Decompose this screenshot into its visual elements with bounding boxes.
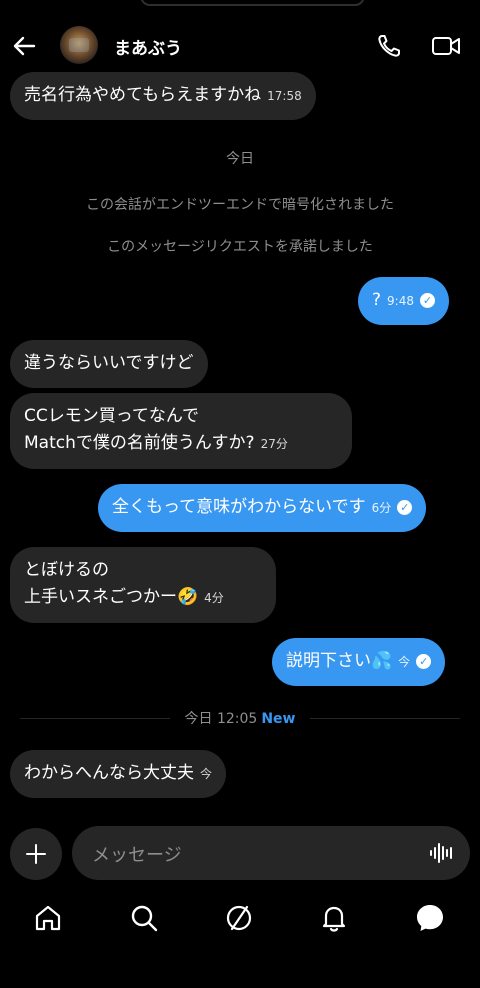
bottom-navigation <box>0 896 480 944</box>
message-text: 説明下さい💦 <box>286 651 393 671</box>
message-bubble-outgoing[interactable]: 全くもって意味がわからないです 6分 ✓ <box>98 484 427 532</box>
explore-icon[interactable] <box>223 902 255 934</box>
new-divider-time: 今日 12:05 <box>184 711 258 727</box>
message-text: 売名行為やめてもらえますかね <box>24 85 262 105</box>
voice-wave-icon[interactable] <box>428 840 454 866</box>
encryption-notice: この会話がエンドツーエンドで暗号化されました <box>86 197 394 213</box>
message-text-line: 上手いスネごつかー🤣 <box>24 587 199 607</box>
new-divider-line <box>310 718 460 719</box>
message-time: 今 <box>200 767 213 781</box>
new-label: New <box>261 711 296 727</box>
message-bubble-outgoing[interactable]: ? 9:48 ✓ <box>358 277 449 325</box>
message-time: 9:48 <box>387 294 414 308</box>
home-icon[interactable] <box>32 902 64 934</box>
message-text-line: Matchで僕の名前使うんすか? <box>24 433 255 453</box>
message-bubble-incoming[interactable]: CCレモン買ってなんで Matchで僕の名前使うんすか? 27分 <box>10 393 352 469</box>
message-text-line: とぼけるの <box>24 560 109 580</box>
message-bubble-incoming[interactable]: 売名行為やめてもらえますかね 17:58 <box>10 72 316 120</box>
message-input[interactable]: メッセージ <box>72 826 470 880</box>
read-check-icon: ✓ <box>419 292 435 308</box>
message-text-line: CCレモン買ってなんで <box>24 406 200 426</box>
message-time: 4分 <box>204 591 224 605</box>
notifications-icon[interactable] <box>318 902 350 934</box>
message-input-placeholder: メッセージ <box>92 845 182 866</box>
message-text: 違うならいいですけど <box>24 353 194 373</box>
message-text: ? <box>372 290 382 310</box>
message-bubble-incoming[interactable]: 違うならいいですけど <box>10 340 208 388</box>
chat-header: まあぶう <box>0 22 480 70</box>
message-bubble-incoming[interactable]: とぼけるの 上手いスネごつかー🤣 4分 <box>10 547 276 623</box>
message-time: 17:58 <box>267 89 302 103</box>
read-check-icon: ✓ <box>416 653 432 669</box>
request-accepted-notice: このメッセージリクエストを承諾しました <box>107 239 373 255</box>
contact-avatar[interactable] <box>60 26 98 64</box>
video-call-icon[interactable] <box>430 32 462 60</box>
message-text: 全くもって意味がわからないです <box>112 497 366 517</box>
messages-icon[interactable] <box>414 902 446 934</box>
message-time: 今 <box>398 655 411 669</box>
date-separator: 今日 <box>226 151 254 167</box>
read-check-icon: ✓ <box>397 499 413 515</box>
message-time: 6分 <box>371 501 392 515</box>
message-bubble-outgoing[interactable]: 説明下さい💦 今 ✓ <box>272 638 446 686</box>
back-arrow-icon[interactable] <box>10 32 38 60</box>
message-text: わからへんなら大丈夫 <box>24 763 194 783</box>
add-attachment-button[interactable] <box>10 828 62 880</box>
message-bubble-incoming[interactable]: わからへんなら大丈夫今 <box>10 750 227 798</box>
device-notch <box>140 0 365 6</box>
contact-name[interactable]: まあぶう <box>114 34 182 59</box>
message-time: 27分 <box>260 437 288 451</box>
search-icon[interactable] <box>128 902 160 934</box>
phone-call-icon[interactable] <box>375 32 403 60</box>
